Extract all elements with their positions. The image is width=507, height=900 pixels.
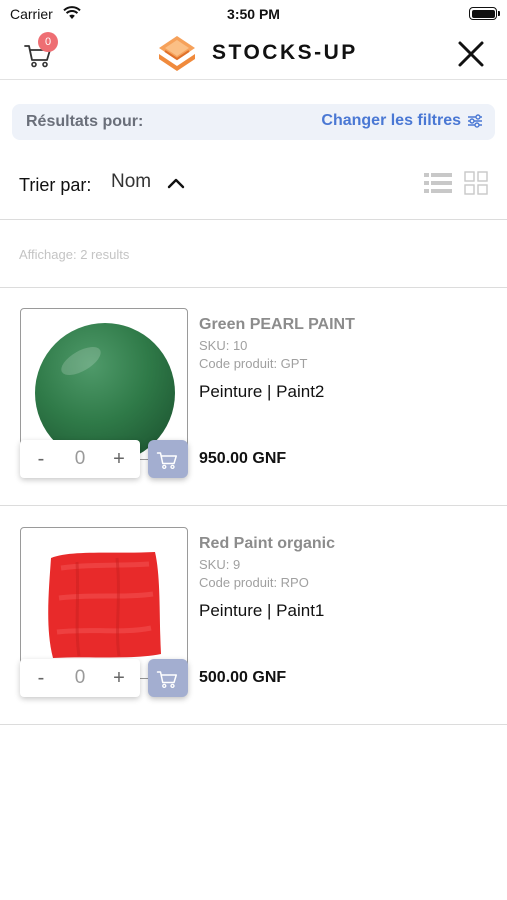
product-price: 950.00 GNF — [199, 450, 287, 467]
product-code: Code produit: RPO — [199, 575, 309, 590]
product-category: Peinture | Paint1 — [199, 601, 325, 620]
brand: STOCKS-UP — [154, 30, 358, 76]
cart-count-badge: 0 — [38, 32, 58, 52]
close-icon[interactable] — [457, 40, 485, 68]
quantity-stepper: - 0 + — [20, 440, 140, 478]
grid-view-icon[interactable] — [464, 171, 488, 195]
battery-icon — [469, 7, 500, 20]
red-paint-swatch-image — [48, 552, 161, 658]
add-to-cart-button[interactable] — [148, 440, 188, 478]
green-paint-ball-image — [35, 323, 175, 459]
app-header: 0 STOCKS-UP — [0, 28, 507, 80]
filters-bar: Résultats pour: Changer les filtres — [12, 104, 495, 140]
qty-increase-button[interactable]: + — [110, 667, 128, 690]
qty-decrease-button[interactable]: - — [32, 448, 50, 471]
product-sku: SKU: 10 — [199, 338, 248, 353]
cart-icon — [156, 671, 177, 689]
sort-select[interactable]: Nom — [111, 171, 151, 193]
qty-increase-button[interactable]: + — [110, 448, 128, 471]
chevron-up-icon[interactable] — [166, 176, 186, 190]
product-price: 500.00 GNF — [199, 669, 287, 686]
stocks-up-logo-icon — [159, 36, 195, 71]
product-image[interactable] — [20, 308, 188, 460]
list-view-icon[interactable] — [424, 172, 452, 194]
results-count: Affichage: 2 results — [19, 247, 130, 262]
product-image[interactable] — [20, 527, 188, 679]
change-filters-label: Changer les filtres — [321, 112, 461, 129]
qty-value[interactable]: 0 — [75, 448, 86, 470]
status-bar: Carrier 3:50 PM — [0, 0, 507, 28]
sort-label: Trier par: — [19, 175, 92, 195]
cart-icon — [156, 452, 177, 470]
clock: 3:50 PM — [227, 6, 280, 22]
add-to-cart-button[interactable] — [148, 659, 188, 697]
quantity-stepper: - 0 + — [20, 659, 140, 697]
product-card[interactable]: - 0 + Green PEARL PAINT SKU: 10 Code pro… — [0, 288, 507, 506]
brand-name: STOCKS-UP — [212, 41, 358, 64]
product-sku: SKU: 9 — [199, 557, 241, 572]
product-code: Code produit: GPT — [199, 356, 308, 371]
change-filters-button[interactable]: Changer les filtres — [321, 112, 483, 130]
product-name[interactable]: Red Paint organic — [199, 535, 335, 553]
filter-sliders-icon — [468, 114, 482, 128]
product-name[interactable]: Green PEARL PAINT — [199, 316, 355, 334]
product-category: Peinture | Paint2 — [199, 382, 325, 401]
sort-bar: Trier par: Nom — [0, 160, 507, 220]
qty-value[interactable]: 0 — [75, 667, 86, 689]
results-label: Résultats pour: — [26, 113, 144, 130]
qty-decrease-button[interactable]: - — [32, 667, 50, 690]
product-card[interactable]: - 0 + Red Paint organic SKU: 9 Code prod… — [0, 507, 507, 725]
